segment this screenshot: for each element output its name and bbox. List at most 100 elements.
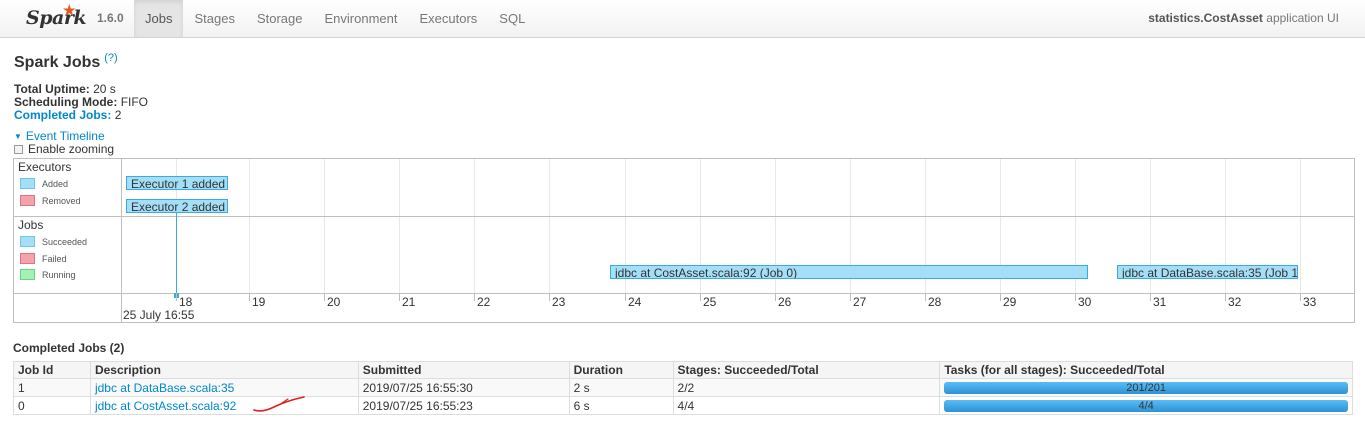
tasks-progress-bar: 4/4: [944, 399, 1348, 412]
axis-tick-label: 26: [778, 295, 792, 309]
axis-tick-label: 30: [1078, 295, 1092, 309]
axis-tick: [1300, 293, 1301, 301]
tasks-progress-text: 4/4: [1138, 399, 1154, 412]
legend-failed: Failed: [20, 253, 67, 264]
application-suffix: application UI: [1266, 11, 1339, 25]
completed-jobs-table: Job Id Description Submitted Duration St…: [13, 361, 1353, 415]
tab-storage[interactable]: Storage: [246, 0, 314, 37]
succeeded-swatch: [20, 236, 35, 247]
legend-running-label: Running: [42, 269, 76, 280]
red-underline-annotation: [253, 396, 305, 412]
tab-jobs[interactable]: Jobs: [134, 0, 184, 37]
legend-added: Added: [20, 178, 68, 189]
enable-zooming-label: Enable zooming: [28, 142, 115, 156]
page-title: Spark Jobs (?): [14, 52, 118, 72]
mode-label: Scheduling Mode:: [14, 95, 118, 109]
completed-jobs-title[interactable]: Completed Jobs (2): [13, 341, 124, 355]
top-navbar: Spark ★ 1.6.0 Jobs Stages Storage Environ…: [0, 0, 1365, 38]
timeline-date-label: 25 July 16:55: [123, 308, 195, 322]
stages-cell: 2/2: [672, 378, 941, 397]
completed-jobs-summary[interactable]: Completed Jobs: 2: [14, 109, 148, 122]
job-0-event[interactable]: jdbc at CostAsset.scala:92 (Job 0): [610, 265, 1088, 279]
axis-tick: [1150, 293, 1151, 301]
job-1-event[interactable]: jdbc at DataBase.scala:35 (Job 1): [1117, 265, 1298, 279]
axis-tick: [625, 293, 626, 301]
application-label: statistics.CostAsset application UI: [1148, 0, 1339, 37]
axis-tick: [1225, 293, 1226, 301]
timeline-axis-line: [14, 293, 1354, 294]
duration-cell: 6 s: [568, 396, 674, 415]
tasks-cell: 201/201: [939, 378, 1353, 397]
grid-line: [1300, 159, 1301, 293]
axis-tick-label: 20: [327, 295, 341, 309]
executor-marker-line: [176, 200, 177, 296]
completed-jobs-count: 2: [114, 108, 122, 122]
column-header-duration[interactable]: Duration: [568, 361, 674, 379]
job-description-link[interactable]: jdbc at DataBase.scala:35: [95, 381, 234, 395]
axis-tick: [249, 293, 250, 301]
axis-tick-label: 29: [1003, 295, 1017, 309]
tasks-progress-bar: 201/201: [944, 381, 1348, 394]
executor-1-added-event[interactable]: Executor 1 added: [126, 176, 228, 190]
removed-swatch: [20, 195, 35, 206]
tab-executors[interactable]: Executors: [408, 0, 488, 37]
table-header-row: Job Id Description Submitted Duration St…: [13, 361, 1353, 379]
event-timeline-label: Event Timeline: [25, 129, 105, 143]
axis-tick-label: 24: [628, 295, 642, 309]
tab-stages[interactable]: Stages: [183, 0, 245, 37]
uptime-value: 20 s: [93, 82, 116, 96]
axis-tick: [925, 293, 926, 301]
description-cell: jdbc at CostAsset.scala:92: [89, 396, 359, 415]
mode-value: FIFO: [120, 95, 149, 109]
axis-tick-label: 22: [477, 295, 491, 309]
axis-tick: [850, 293, 851, 301]
stages-cell: 4/4: [672, 396, 941, 415]
tasks-progress-text: 201/201: [1126, 381, 1167, 394]
column-header-job-id[interactable]: Job Id: [13, 361, 91, 379]
executor-2-added-event[interactable]: Executor 2 added: [126, 199, 228, 213]
column-header-description[interactable]: Description: [89, 361, 359, 379]
grid-line: [399, 159, 400, 293]
application-name: statistics.CostAsset: [1148, 11, 1263, 25]
event-timeline-toggle[interactable]: ▼ Event Timeline: [14, 129, 105, 143]
tab-environment[interactable]: Environment: [314, 0, 409, 37]
legend-removed: Removed: [20, 195, 81, 206]
completed-jobs-link[interactable]: Completed Jobs:: [14, 108, 111, 122]
spark-brand[interactable]: Spark ★ 1.6.0: [26, 3, 124, 33]
axis-tick-label: 32: [1228, 295, 1242, 309]
axis-tick-label: 23: [552, 295, 566, 309]
legend-running: Running: [20, 269, 76, 280]
grid-line: [324, 159, 325, 293]
axis-tick: [1000, 293, 1001, 301]
column-header-stages[interactable]: Stages: Succeeded/Total: [672, 361, 941, 379]
event-timeline[interactable]: Executors Added Removed Jobs Succeeded F…: [13, 158, 1355, 323]
enable-zooming-row[interactable]: Enable zooming: [14, 142, 114, 156]
axis-tick-label: 31: [1153, 295, 1167, 309]
column-header-submitted[interactable]: Submitted: [357, 361, 570, 379]
job-description-link[interactable]: jdbc at CostAsset.scala:92: [95, 399, 236, 413]
axis-tick: [775, 293, 776, 301]
job-id-cell: 1: [13, 378, 91, 397]
enable-zooming-checkbox[interactable]: [14, 144, 23, 154]
nav-tabs: Jobs Stages Storage Environment Executor…: [134, 0, 536, 37]
caret-down-icon: ▼: [14, 132, 22, 141]
duration-cell: 2 s: [568, 378, 674, 397]
axis-tick: [549, 293, 550, 301]
axis-tick-label: 18: [179, 295, 193, 309]
axis-tick-label: 25: [703, 295, 717, 309]
column-header-tasks[interactable]: Tasks (for all stages): Succeeded/Total: [939, 361, 1353, 379]
summary-list: Total Uptime: 20 s Scheduling Mode: FIFO…: [14, 83, 148, 122]
axis-tick: [399, 293, 400, 301]
table-row: 0 jdbc at CostAsset.scala:92 2019/07/25 …: [13, 396, 1353, 415]
grid-line: [249, 159, 250, 293]
axis-tick: [700, 293, 701, 301]
help-link[interactable]: (?): [104, 52, 117, 64]
spark-logo: Spark ★: [26, 3, 87, 29]
legend-succeeded: Succeeded: [20, 236, 87, 247]
table-row: 1 jdbc at DataBase.scala:35 2019/07/25 1…: [13, 378, 1353, 397]
tab-sql[interactable]: SQL: [488, 0, 536, 37]
axis-tick: [176, 293, 177, 301]
job-id-cell: 0: [13, 396, 91, 415]
axis-tick-label: 28: [928, 295, 942, 309]
submitted-cell: 2019/07/25 16:55:23: [357, 396, 570, 415]
